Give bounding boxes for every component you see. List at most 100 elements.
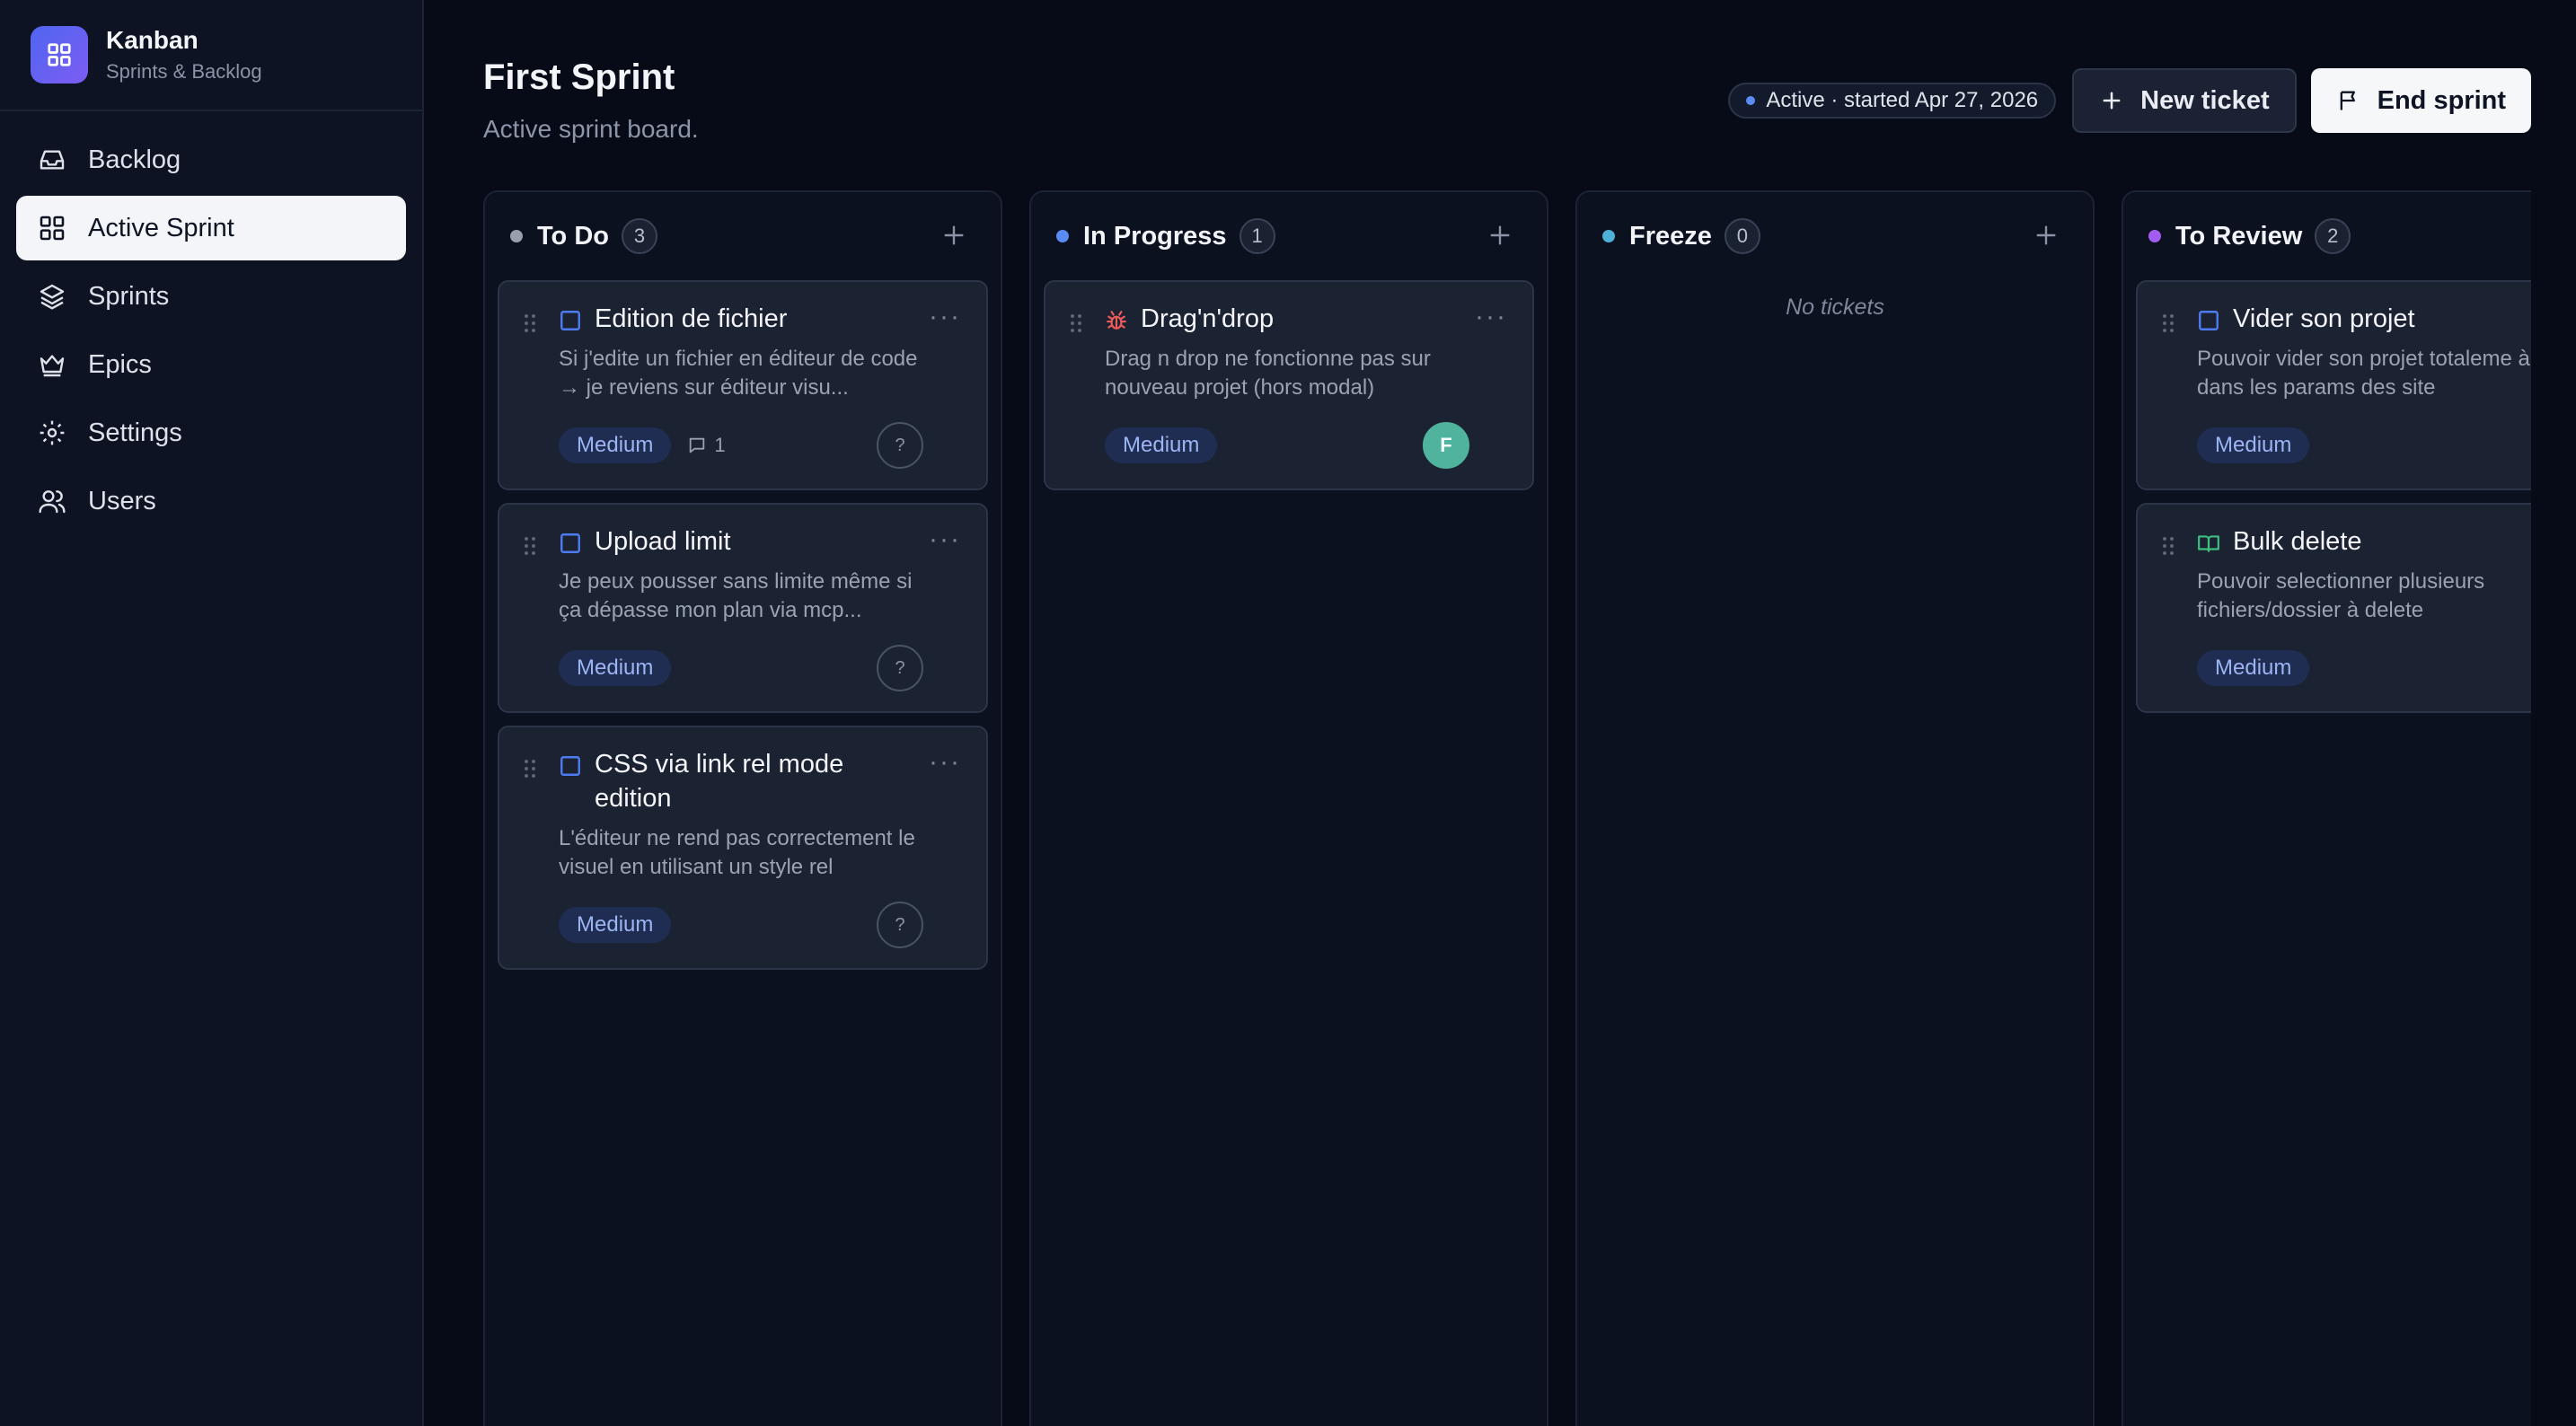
sidebar-item-epics[interactable]: Epics [16,332,406,397]
more-options-icon[interactable]: ··· [929,526,961,553]
column-dot-icon [2148,230,2161,242]
page-title: First Sprint [483,57,675,97]
priority-badge: Medium [559,650,672,686]
sidebar-item-active-sprint[interactable]: Active Sprint [16,196,406,260]
comment-count: 1 [687,434,726,457]
column-count-badge: 2 [2315,218,2351,254]
sidebar-item-label: Epics [88,349,152,379]
end-sprint-button[interactable]: End sprint [2310,68,2531,133]
grid-icon [36,212,68,244]
column-title: To Review [2175,221,2303,251]
sidebar-item-settings[interactable]: Settings [16,401,406,465]
status-dot-icon [1746,96,1756,105]
column-header: To Do 3 [485,192,1001,280]
users-icon [36,485,68,517]
ticket-description: Je peux pousser sans limite même si ça d… [559,569,913,622]
gear-icon [36,417,68,449]
ticket-title: Upload limit [595,527,731,556]
more-options-icon[interactable]: ··· [929,304,961,330]
ticket-card[interactable]: ··· CSS via link rel mode edition L'édit… [498,726,988,970]
app-logo-icon [31,26,88,84]
ticket-description: L'éditeur ne rend pas correctement le vi… [559,826,915,879]
drag-handle-icon[interactable] [1069,312,1083,339]
plus-icon [2099,88,2124,113]
sidebar-nav: Backlog Active Sprint Sprints Epics Sett… [0,111,422,533]
header-actions: Active · started Apr 27, 2026 New ticket… [1728,68,2531,133]
more-options-icon[interactable]: ··· [1475,304,1507,330]
ticket-description: Drag n drop ne fonctionne pas sur nouvea… [1105,347,1431,400]
drag-handle-icon[interactable] [523,535,537,561]
ticket-card[interactable]: ··· Upload limit Je peux pousser sans li… [498,503,988,713]
column-count-badge: 0 [1724,218,1760,254]
brand: Kanban Sprints & Backlog [0,0,422,111]
ticket-title: Drag'n'drop [1141,304,1275,333]
page-subtitle: Active sprint board. [483,115,699,143]
task-type-icon [559,309,582,332]
app-subtitle: Sprints & Backlog [106,60,262,83]
column-in-progress: In Progress 1 ··· Drag'n'drop Drag n dro [1029,190,1548,1426]
add-ticket-plus-icon[interactable] [2032,221,2060,250]
task-type-icon [2197,309,2220,332]
sprint-status-badge: Active · started Apr 27, 2026 [1728,83,2057,119]
end-sprint-label: End sprint [2377,85,2506,115]
ticket-card[interactable]: Vider son projet Pouvoir vider son proje… [2136,280,2531,490]
column-header: To Review 2 [2123,192,2531,280]
sidebar: Kanban Sprints & Backlog Backlog Active … [0,0,424,1426]
comment-icon [690,437,705,453]
column-dot-icon [510,230,523,242]
sidebar-item-backlog[interactable]: Backlog [16,128,406,192]
main-content: First Sprint Active sprint board. Active… [426,0,2576,1426]
assignee-avatar[interactable]: ? [877,422,923,469]
task-type-icon [559,532,582,555]
comment-count-text: 1 [714,434,726,456]
new-ticket-label: New ticket [2140,85,2270,115]
assignee-avatar[interactable]: F [1423,422,1469,469]
drag-handle-icon[interactable] [2161,312,2175,339]
drag-handle-icon[interactable] [523,758,537,784]
drag-handle-icon[interactable] [523,312,537,339]
ticket-description: Pouvoir selectionner plusieurs fichiers/… [2197,569,2485,622]
more-options-icon[interactable]: ··· [929,749,961,776]
flag-icon [2336,88,2361,113]
app-title: Kanban [106,26,198,54]
column-title: Freeze [1629,221,1712,251]
layers-icon [36,280,68,312]
column-count-badge: 3 [622,218,657,254]
column-header: Freeze 0 [1577,192,2093,280]
priority-badge: Medium [1105,427,1218,463]
ticket-title: CSS via link rel mode edition [595,750,844,813]
sprint-status-text: Active · started Apr 27, 2026 [1766,88,2039,112]
ticket-card[interactable]: ··· Drag'n'drop Drag n drop ne fonctionn… [1044,280,1534,490]
priority-badge: Medium [2197,650,2310,686]
column-title: To Do [537,221,609,251]
ticket-title: Edition de fichier [595,304,788,333]
ticket-description: Pouvoir vider son projet totaleme à mett… [2197,347,2531,400]
ticket-description: Si j'edite un fichier en éditeur de code… [559,347,918,400]
kanban-board: To Do 3 ··· Edition de fichier Si j'edit [483,190,2531,1426]
column-freeze: Freeze 0 No tickets [1575,190,2095,1426]
add-ticket-plus-icon[interactable] [1486,221,1514,250]
column-to-review: To Review 2 Vider son projet Pouvoir vid… [2122,190,2531,1426]
sidebar-item-label: Settings [88,418,182,447]
drag-handle-icon[interactable] [2161,535,2175,561]
ticket-card[interactable]: ··· Edition de fichier Si j'edite un fic… [498,280,988,490]
assignee-avatar[interactable]: ? [877,645,923,691]
inbox-icon [36,144,68,176]
priority-badge: Medium [2197,427,2310,463]
column-title: In Progress [1083,221,1227,251]
empty-column-text: No tickets [1786,295,1884,320]
ticket-card[interactable]: Bulk delete Pouvoir selectionner plusieu… [2136,503,2531,713]
column-count-badge: 1 [1239,218,1275,254]
new-ticket-button[interactable]: New ticket [2072,68,2297,133]
column-dot-icon [1056,230,1069,242]
sidebar-item-label: Backlog [88,145,181,174]
add-ticket-plus-icon[interactable] [940,221,968,250]
sidebar-item-users[interactable]: Users [16,469,406,533]
story-book-icon [2197,532,2220,555]
column-dot-icon [1602,230,1615,242]
column-header: In Progress 1 [1031,192,1547,280]
sidebar-item-sprints[interactable]: Sprints [16,264,406,329]
assignee-avatar[interactable]: ? [877,902,923,948]
ticket-title: Vider son projet [2233,304,2415,333]
task-type-icon [559,754,582,778]
